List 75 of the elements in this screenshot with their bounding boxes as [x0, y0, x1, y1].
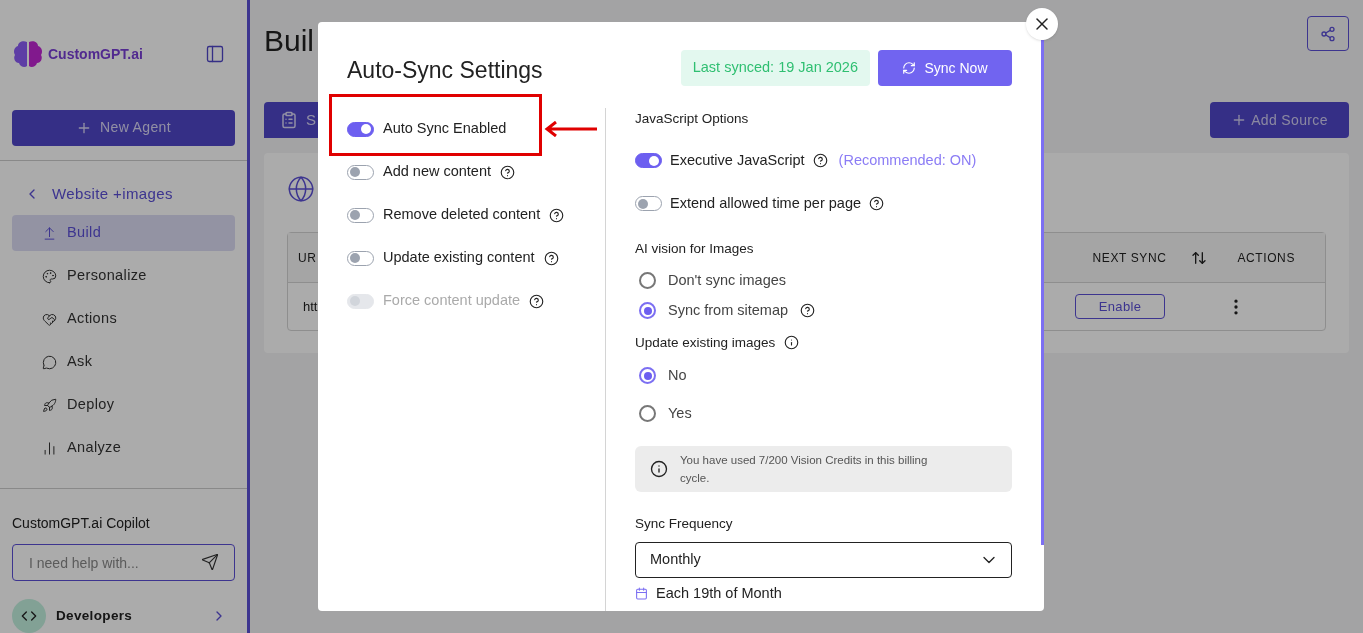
radio-button[interactable]	[639, 302, 656, 319]
column-header: NEXT SYNC	[1092, 249, 1167, 267]
nav-item[interactable]: Actions	[12, 301, 235, 337]
help-icon[interactable]	[500, 164, 516, 180]
nav-item[interactable]: Analyze	[12, 430, 235, 466]
toggle-switch[interactable]	[635, 153, 662, 169]
recommendation-note: (Recommended: ON)	[838, 150, 977, 170]
toggle-switch[interactable]	[347, 164, 374, 180]
section-title: Update existing images	[635, 333, 776, 352]
heart-handshake-icon	[42, 311, 57, 327]
toggle-label: Extend allowed time per page	[670, 193, 862, 213]
nav-item[interactable]: Deploy	[12, 387, 235, 423]
nav-item[interactable]: Personalize	[12, 258, 235, 294]
refresh-icon	[902, 61, 917, 75]
send-icon[interactable]	[201, 553, 219, 571]
help-icon[interactable]	[812, 153, 828, 169]
radio-label: Yes	[668, 403, 692, 423]
sort-icon[interactable]	[1191, 249, 1208, 266]
frequency-select[interactable]: Monthly	[635, 542, 1012, 578]
toggle-label: Update existing content	[383, 248, 535, 268]
chat-icon	[42, 354, 57, 370]
copilot-input[interactable]: I need help with...	[12, 544, 235, 581]
schedule-text: Each 19th of Month	[656, 584, 782, 603]
credits-message: You have used 7/200 Vision Credits in this billing cycle.	[680, 452, 929, 486]
calendar-icon	[635, 587, 648, 601]
clipboard-icon	[280, 111, 298, 129]
back-link[interactable]: Website +images	[0, 182, 247, 205]
build-icon	[42, 225, 57, 241]
brand-name: CustomGPT.ai	[48, 44, 143, 64]
toggle-label: Auto Sync Enabled	[383, 119, 507, 139]
toggle-switch[interactable]	[347, 121, 374, 137]
radio-label: Sync from sitemap	[668, 300, 789, 320]
toggle-label: Add new content	[383, 162, 492, 182]
toggle-label: Force content update	[383, 291, 521, 311]
column-header: UR	[297, 249, 317, 267]
sidebar-toggle-icon[interactable]	[205, 44, 225, 64]
share-icon	[1320, 25, 1336, 42]
help-icon[interactable]	[543, 250, 559, 266]
toggle-label: Executive JavaScript	[670, 150, 805, 170]
table-cell-text: htt	[302, 297, 318, 316]
developers-link[interactable]: Developers	[56, 605, 201, 627]
code-avatar	[12, 599, 46, 633]
radio-button[interactable]	[639, 405, 656, 423]
toggle-switch[interactable]	[635, 196, 662, 212]
brain-logo-icon	[12, 38, 44, 70]
field-label: Sync Frequency	[635, 514, 734, 533]
section-title: AI vision for Images	[635, 240, 755, 259]
nav-item[interactable]: Ask	[12, 344, 235, 380]
radio-button[interactable]	[639, 272, 656, 289]
toggle-label: Remove deleted content	[383, 205, 541, 225]
help-icon[interactable]	[869, 196, 885, 212]
sync-now-button[interactable]: Sync Now	[878, 50, 1012, 86]
help-icon[interactable]	[800, 303, 816, 318]
toggle-switch[interactable]	[347, 250, 374, 266]
section-title: JavaScript Options	[635, 110, 750, 128]
rocket-icon	[42, 397, 57, 413]
column-header: ACTIONS	[1237, 249, 1295, 267]
radio-button[interactable]	[639, 367, 656, 385]
page-title: Buil	[264, 23, 315, 59]
dialog-title: Auto-Sync Settings	[347, 56, 544, 85]
help-icon[interactable]	[549, 207, 565, 223]
toggle-switch[interactable]	[347, 207, 374, 223]
arrow-annotation	[544, 120, 598, 137]
new-agent-button[interactable]: New Agent	[12, 110, 235, 146]
enable-button[interactable]: Enable	[1075, 294, 1165, 319]
globe-icon	[287, 175, 315, 203]
info-icon	[650, 459, 668, 478]
palette-icon	[42, 268, 57, 284]
copilot-title: CustomGPT.ai Copilot	[11, 514, 151, 533]
last-synced-badge: Last synced: 19 Jan 2026	[680, 50, 870, 86]
radio-label: No	[668, 365, 687, 385]
share-button[interactable]	[1307, 16, 1349, 51]
bar-chart-icon	[42, 440, 57, 456]
info-icon[interactable]	[784, 335, 800, 351]
radio-label: Don't sync images	[668, 270, 786, 290]
